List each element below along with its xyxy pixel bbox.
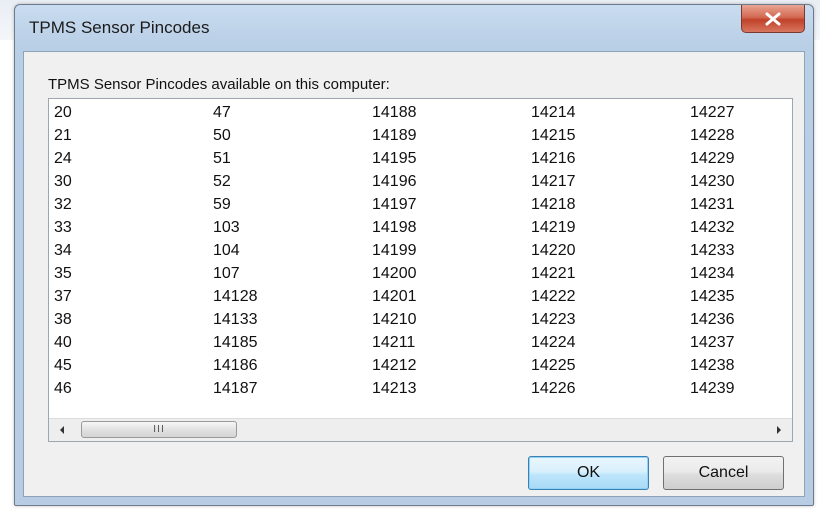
scroll-right-button[interactable] — [768, 419, 790, 441]
list-item[interactable]: 14222 — [531, 285, 576, 308]
list-item[interactable]: 14198 — [372, 216, 417, 239]
list-item[interactable]: 14217 — [531, 170, 576, 193]
list-item[interactable]: 21 — [54, 124, 72, 147]
list-item[interactable]: 14215 — [531, 124, 576, 147]
list-item[interactable]: 34 — [54, 239, 72, 262]
list-item[interactable]: 14216 — [531, 147, 576, 170]
list-item[interactable]: 32 — [54, 193, 72, 216]
list-column: 14227 14228 14229 14230 14231 14232 14233 14234… — [690, 101, 735, 400]
list-item[interactable]: 14199 — [372, 239, 417, 262]
list-item[interactable]: 14228 — [690, 124, 735, 147]
list-item[interactable]: 14238 — [690, 354, 735, 377]
list-item[interactable]: 14213 — [372, 377, 417, 400]
list-item[interactable]: 20 — [54, 101, 72, 124]
list-item[interactable]: 40 — [54, 331, 72, 354]
title-bar: TPMS Sensor Pincodes — [15, 5, 813, 51]
list-item[interactable]: 107 — [213, 262, 258, 285]
list-item[interactable]: 14195 — [372, 147, 417, 170]
list-item[interactable]: 37 — [54, 285, 72, 308]
list-item[interactable]: 14233 — [690, 239, 735, 262]
list-item[interactable]: 33 — [54, 216, 72, 239]
scrollbar-grip: III — [153, 424, 165, 435]
list-item[interactable]: 14237 — [690, 331, 735, 354]
list-item[interactable]: 24 — [54, 147, 72, 170]
list-item[interactable]: 14189 — [372, 124, 417, 147]
list-item[interactable]: 104 — [213, 239, 258, 262]
list-item[interactable]: 14210 — [372, 308, 417, 331]
list-item[interactable]: 14201 — [372, 285, 417, 308]
list-item[interactable]: 14128 — [213, 285, 258, 308]
scrollbar-thumb[interactable]: III — [81, 421, 237, 438]
list-item[interactable]: 14224 — [531, 331, 576, 354]
arrow-right-icon — [777, 426, 781, 434]
list-column: 14214 14215 14216 14217 14218 14219 14220 14221… — [531, 101, 576, 400]
list-item[interactable]: 14232 — [690, 216, 735, 239]
close-icon — [765, 12, 781, 25]
list-item[interactable]: 14235 — [690, 285, 735, 308]
list-item[interactable]: 14188 — [372, 101, 417, 124]
list-item[interactable]: 50 — [213, 124, 258, 147]
list-item[interactable]: 14220 — [531, 239, 576, 262]
list-item[interactable]: 14133 — [213, 308, 258, 331]
list-item[interactable]: 14214 — [531, 101, 576, 124]
list-item[interactable]: 30 — [54, 170, 72, 193]
list-item[interactable]: 14197 — [372, 193, 417, 216]
arrow-left-icon — [60, 426, 64, 434]
cancel-button[interactable]: Cancel — [663, 456, 784, 490]
list-item[interactable]: 14185 — [213, 331, 258, 354]
list-column: 47 50 51 52 59 103 104 107 14128 14133 14185 14186 1… — [213, 101, 258, 400]
pincodes-list[interactable]: 20 21 24 30 32 33 34 35 37 38 40 45 46 47 50 51 52 59 103 1… — [49, 99, 792, 419]
list-item[interactable]: 14231 — [690, 193, 735, 216]
close-button[interactable] — [741, 5, 805, 33]
list-item[interactable]: 14219 — [531, 216, 576, 239]
list-item[interactable]: 14186 — [213, 354, 258, 377]
list-item[interactable]: 52 — [213, 170, 258, 193]
list-item[interactable]: 47 — [213, 101, 258, 124]
window-title: TPMS Sensor Pincodes — [29, 18, 210, 37]
list-item[interactable]: 46 — [54, 377, 72, 400]
list-item[interactable]: 14196 — [372, 170, 417, 193]
list-item[interactable]: 14218 — [531, 193, 576, 216]
horizontal-scrollbar[interactable]: III — [49, 418, 792, 441]
list-item[interactable]: 14230 — [690, 170, 735, 193]
ok-button[interactable]: OK — [528, 456, 649, 490]
list-item[interactable]: 14236 — [690, 308, 735, 331]
list-item[interactable]: 59 — [213, 193, 258, 216]
list-item[interactable]: 14187 — [213, 377, 258, 400]
pincodes-listbox[interactable]: 20 21 24 30 32 33 34 35 37 38 40 45 46 47 50 51 52 59 103 1… — [48, 98, 793, 442]
list-item[interactable]: 14200 — [372, 262, 417, 285]
dialog-client-area: TPMS Sensor Pincodes available on this c… — [23, 51, 805, 497]
list-item[interactable]: 14211 — [372, 331, 417, 354]
list-item[interactable]: 35 — [54, 262, 72, 285]
list-item[interactable]: 14221 — [531, 262, 576, 285]
list-column: 14188 14189 14195 14196 14197 14198 14199 14200… — [372, 101, 417, 400]
scroll-left-button[interactable] — [51, 419, 73, 441]
list-item[interactable]: 38 — [54, 308, 72, 331]
list-item[interactable]: 14225 — [531, 354, 576, 377]
list-item[interactable]: 45 — [54, 354, 72, 377]
pincodes-prompt-label: TPMS Sensor Pincodes available on this c… — [48, 76, 390, 93]
list-item[interactable]: 14227 — [690, 101, 735, 124]
list-item[interactable]: 51 — [213, 147, 258, 170]
list-item[interactable]: 14223 — [531, 308, 576, 331]
list-item[interactable]: 14229 — [690, 147, 735, 170]
list-item[interactable]: 14234 — [690, 262, 735, 285]
list-column: 20 21 24 30 32 33 34 35 37 38 40 45 46 — [54, 101, 72, 400]
list-item[interactable]: 14239 — [690, 377, 735, 400]
list-item[interactable]: 14212 — [372, 354, 417, 377]
pincodes-dialog: TPMS Sensor Pincodes TPMS Sensor Pincode… — [14, 4, 814, 506]
list-item[interactable]: 14226 — [531, 377, 576, 400]
list-item[interactable]: 103 — [213, 216, 258, 239]
